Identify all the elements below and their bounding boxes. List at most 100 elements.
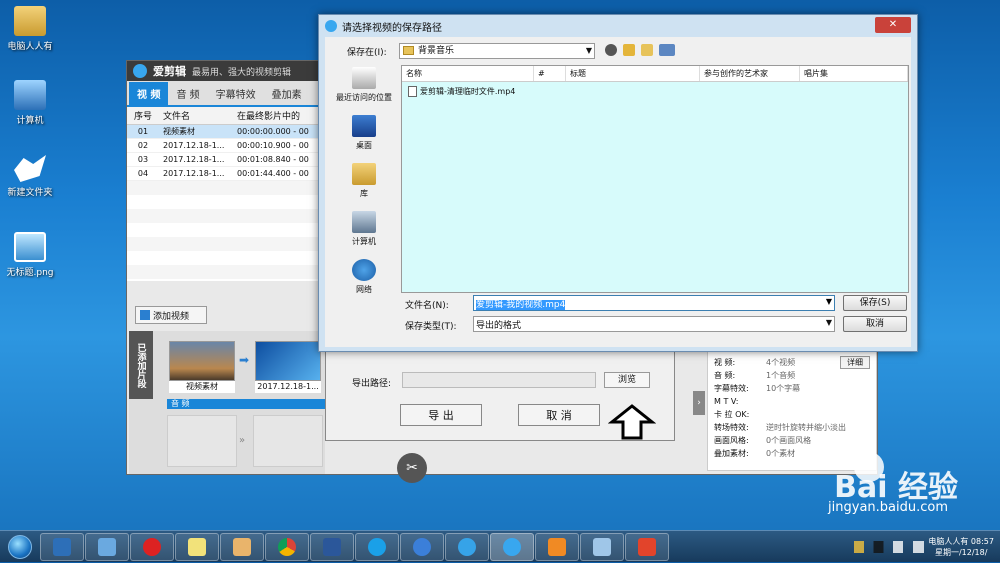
- start-button[interactable]: [0, 531, 40, 563]
- col-name[interactable]: 名称: [402, 66, 534, 81]
- info-row: M T V:: [714, 395, 870, 408]
- desktop-icon-user[interactable]: 电脑人人有: [0, 6, 60, 52]
- taskbar-button[interactable]: [220, 532, 264, 561]
- col-number[interactable]: #: [534, 66, 566, 81]
- view-menu-icon[interactable]: [659, 44, 675, 56]
- desktop-icon-png[interactable]: 无标题.png: [0, 232, 60, 278]
- save-button[interactable]: 保存(S): [843, 295, 907, 311]
- chevron-down-icon: ▼: [585, 46, 592, 55]
- col-time: 在最终影片中的: [237, 112, 301, 122]
- place-library[interactable]: 库: [329, 163, 399, 199]
- clip-thumb[interactable]: 2017.12.18-1...: [255, 341, 321, 393]
- row-name: 2017.12.18-1...: [163, 141, 225, 150]
- place-label: 网络: [356, 285, 372, 294]
- taskbar-button[interactable]: [130, 532, 174, 561]
- taskbar-button[interactable]: [310, 532, 354, 561]
- export-path-input[interactable]: [402, 372, 596, 388]
- audio-track: 音 频: [167, 399, 325, 409]
- info-row: 音 频: 1个音频: [714, 369, 870, 382]
- explorer-icon: [593, 537, 611, 556]
- aijianji-icon: [503, 537, 521, 556]
- scissors-icon[interactable]: ✂: [397, 453, 427, 483]
- taskbar-button[interactable]: [175, 532, 219, 561]
- col-artist[interactable]: 参与创作的艺术家: [700, 66, 800, 81]
- desktop-icon-computer[interactable]: 计算机: [0, 80, 60, 126]
- clock[interactable]: 电脑人人有 08:57 星期一/12/18/: [928, 536, 994, 558]
- info-key: 字幕特效:: [714, 384, 749, 393]
- place-label: 最近访问的位置: [336, 93, 392, 102]
- place-recent[interactable]: 最近访问的位置: [329, 67, 399, 103]
- browse-button[interactable]: 浏览: [604, 372, 650, 388]
- cancel-export-button[interactable]: 取 消: [518, 404, 600, 426]
- taskbar-button[interactable]: [625, 532, 669, 561]
- place-label: 计算机: [352, 237, 376, 246]
- new-folder-icon[interactable]: [641, 44, 653, 56]
- cancel-button[interactable]: 取消: [843, 316, 907, 332]
- info-key: M T V:: [714, 397, 739, 406]
- browser-icon: [368, 537, 386, 556]
- place-label: 桌面: [356, 141, 372, 150]
- desktop-icon-folder[interactable]: 新建文件夹: [0, 152, 60, 198]
- table-row[interactable]: 04 2017.12.18-1... 00:01:44.400 - 00: [127, 167, 323, 181]
- places-bar: 最近访问的位置 桌面 库 计算机 网络: [329, 67, 399, 335]
- tab-subtitle[interactable]: 字幕特效: [208, 82, 264, 105]
- tab-overlay[interactable]: 叠加素: [264, 82, 310, 105]
- close-button[interactable]: ✕: [875, 17, 911, 33]
- watermark-sub: jingyan.baidu.com: [828, 500, 948, 515]
- add-video-button[interactable]: 添加视频: [135, 306, 207, 324]
- info-key: 转场特效:: [714, 423, 749, 432]
- row-num: 04: [137, 169, 149, 178]
- library-icon: [352, 163, 376, 185]
- place-desktop[interactable]: 桌面: [329, 115, 399, 151]
- place-label: 库: [360, 189, 368, 198]
- taskbar-button[interactable]: [265, 532, 309, 561]
- tab-audio[interactable]: 音 频: [168, 82, 207, 105]
- file-list[interactable]: 名称 # 标题 参与创作的艺术家 唱片集 爱剪辑-清理临时文件.mp4: [401, 65, 909, 293]
- col-name: 文件名: [163, 112, 191, 122]
- table-row[interactable]: 03 2017.12.18-1... 00:01:08.840 - 00: [127, 153, 323, 167]
- media-player-icon: [548, 537, 566, 556]
- table-row[interactable]: 02 2017.12.18-1... 00:00:10.900 - 00: [127, 139, 323, 153]
- col-album[interactable]: 唱片集: [800, 66, 908, 81]
- row-name: 2017.12.18-1...: [163, 169, 225, 178]
- export-button[interactable]: 导 出: [400, 404, 482, 426]
- filetype-select[interactable]: 导出的格式 ▼: [473, 316, 835, 332]
- info-value: 1个音频: [766, 371, 796, 380]
- chevron-down-icon[interactable]: ▼: [826, 297, 832, 306]
- info-row: 卡 拉 OK:: [714, 408, 870, 421]
- show-desktop-icon: [53, 537, 71, 556]
- clip-table: 序号 文件名 在最终影片中的 01 视频素材 00:00:00.000 - 00…: [127, 107, 323, 281]
- row-name: 视频素材: [163, 127, 195, 136]
- info-value: 10个字幕: [766, 384, 801, 393]
- up-folder-icon[interactable]: [623, 44, 635, 56]
- place-computer[interactable]: 计算机: [329, 211, 399, 247]
- taskbar-button[interactable]: [85, 532, 129, 561]
- taskbar-button[interactable]: [535, 532, 579, 561]
- table-row[interactable]: 01 视频素材 00:00:00.000 - 00: [127, 125, 323, 139]
- taskbar-button[interactable]: [355, 532, 399, 561]
- panel-toggle-icon[interactable]: ›: [693, 391, 705, 415]
- aijianji-logo-icon: [325, 20, 337, 32]
- back-icon[interactable]: [605, 44, 617, 56]
- row-name: 2017.12.18-1...: [163, 155, 225, 164]
- place-network[interactable]: 网络: [329, 259, 399, 295]
- table-empty-rows: [127, 181, 323, 281]
- taskbar-button[interactable]: [445, 532, 489, 561]
- clip-thumb[interactable]: 视频素材: [169, 341, 235, 393]
- tab-video[interactable]: 视 频: [129, 82, 169, 105]
- filename-input[interactable]: 爱剪辑-我的视频.mp4 ▼: [473, 295, 835, 311]
- col-title[interactable]: 标题: [566, 66, 700, 81]
- list-item[interactable]: 爱剪辑-清理临时文件.mp4: [402, 84, 908, 98]
- taskbar-button[interactable]: [580, 532, 624, 561]
- computer-icon: [352, 211, 376, 233]
- save-in-select[interactable]: 背景音乐 ▼: [399, 43, 595, 59]
- tray-icons[interactable]: [854, 541, 925, 553]
- taskbar-button[interactable]: [40, 532, 84, 561]
- clock-user-time: 电脑人人有 08:57: [928, 537, 994, 546]
- folder-icon: [14, 155, 46, 182]
- taskbar-button[interactable]: [490, 532, 534, 561]
- desktop-icon-label: 电脑人人有: [7, 42, 53, 52]
- dialog-body: 保存在(I): 背景音乐 ▼ 最近访问的位置 桌面 库 计算机 网络 名称 # …: [325, 37, 911, 347]
- taskbar-button[interactable]: [400, 532, 444, 561]
- detail-button[interactable]: 详细: [840, 356, 870, 369]
